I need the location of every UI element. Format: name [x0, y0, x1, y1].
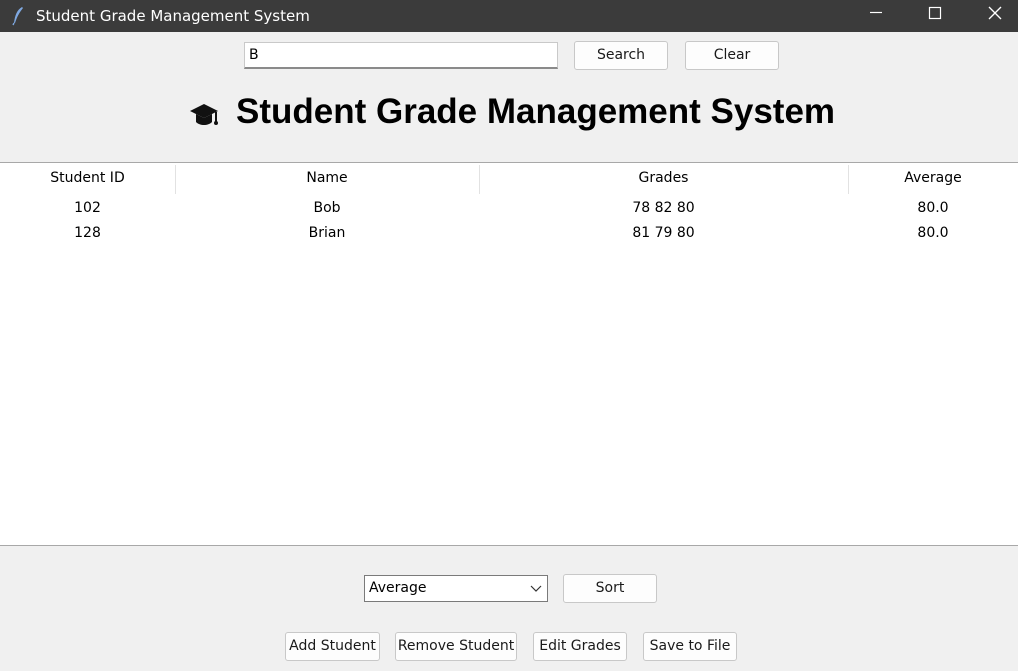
column-header-average[interactable]: Average [848, 163, 1018, 194]
cell-average: 80.0 [917, 200, 949, 216]
column-header-grades[interactable]: Grades [479, 163, 848, 194]
cell-student-id: 102 [74, 200, 101, 216]
sort-button[interactable]: Sort [563, 574, 657, 603]
title-bar: Student Grade Management System [0, 0, 1018, 32]
search-button[interactable]: Search [574, 41, 668, 70]
column-divider [848, 165, 849, 194]
clear-button[interactable]: Clear [685, 41, 779, 70]
close-button[interactable] [966, 0, 1018, 32]
sort-by-dropdown[interactable]: Average [364, 575, 548, 602]
column-divider [479, 165, 480, 194]
column-header-name[interactable]: Name [175, 163, 479, 194]
graduation-cap-icon [190, 104, 218, 125]
chevron-down-icon [530, 585, 542, 592]
student-table[interactable]: Student ID Name Grades Average 102 Bob 7… [0, 162, 1018, 546]
page-title: Student Grade Management System [236, 92, 836, 131]
cell-grades: 81 79 80 [632, 225, 695, 241]
table-row[interactable]: 102 Bob 78 82 80 80.0 [0, 195, 1018, 221]
column-divider [175, 165, 176, 194]
add-student-button[interactable]: Add Student [285, 632, 380, 661]
column-header-student-id[interactable]: Student ID [0, 163, 175, 194]
cell-student-id: 128 [74, 225, 101, 241]
minimize-icon [870, 11, 882, 14]
maximize-button[interactable] [906, 0, 964, 32]
window-title: Student Grade Management System [36, 7, 310, 25]
cell-name: Brian [308, 225, 346, 241]
maximize-icon [928, 6, 942, 20]
edit-grades-button[interactable]: Edit Grades [533, 632, 627, 661]
search-input[interactable] [244, 42, 558, 69]
sort-by-selected: Average [369, 580, 427, 596]
feather-icon [12, 7, 23, 26]
save-to-file-button[interactable]: Save to File [643, 632, 737, 661]
close-icon [988, 6, 1002, 20]
remove-student-button[interactable]: Remove Student [395, 632, 517, 661]
cell-grades: 78 82 80 [632, 200, 695, 216]
minimize-button[interactable] [847, 0, 905, 32]
cell-name: Bob [313, 200, 341, 216]
table-row[interactable]: 128 Brian 81 79 80 80.0 [0, 220, 1018, 246]
cell-average: 80.0 [917, 225, 949, 241]
